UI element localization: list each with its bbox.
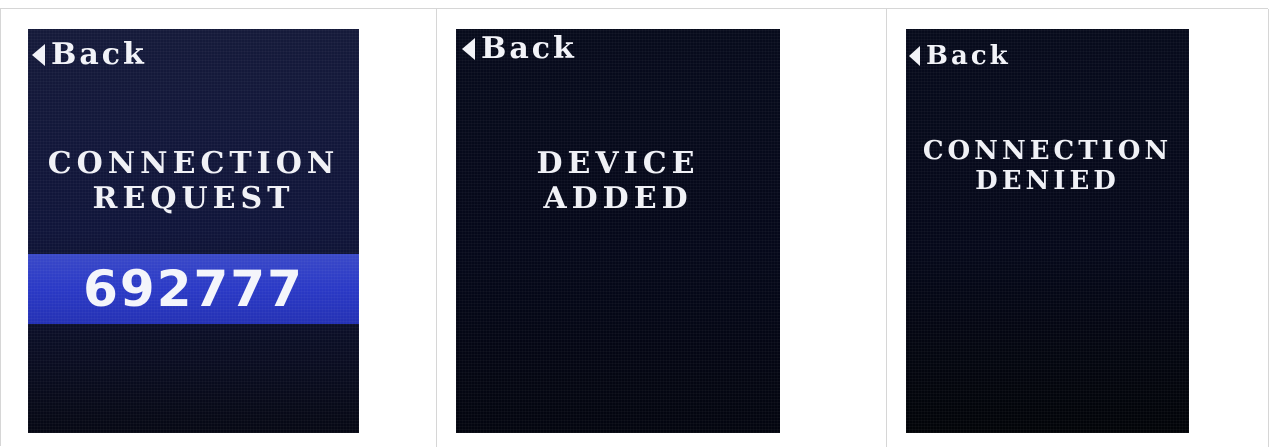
screen-title-line-2: DENIED [975, 165, 1120, 196]
screen-title-line-1: CONNECTION [47, 146, 340, 181]
screen-title-line-1: DEVICE [536, 146, 700, 181]
device-screen-device-added: Back DEVICE ADDED [456, 29, 780, 433]
table-cell-connection-request: Back CONNECTION REQUEST 692777 [1, 9, 437, 447]
back-triangle-icon [32, 43, 45, 66]
pairing-code: 692777 [83, 260, 304, 318]
back-button[interactable]: Back [909, 41, 1011, 71]
screen-title-line-1: CONNECTION [922, 136, 1173, 166]
back-button[interactable]: Back [32, 37, 147, 72]
screen-title-line-2: REQUEST [92, 180, 295, 216]
pairing-code-band: 692777 [28, 254, 359, 324]
screenshot-table: Back CONNECTION REQUEST 692777 Back DEVI… [0, 8, 1269, 447]
screen-title: CONNECTION DENIED [906, 136, 1189, 197]
back-triangle-icon [909, 46, 920, 66]
table-cell-connection-denied: Back CONNECTION DENIED [887, 9, 1269, 447]
table-cell-device-added: Back DEVICE ADDED [437, 9, 887, 447]
back-label: Back [481, 31, 577, 66]
device-screen-connection-denied: Back CONNECTION DENIED [906, 29, 1189, 433]
screen-title: DEVICE ADDED [456, 146, 780, 216]
back-triangle-icon [462, 37, 475, 60]
back-label: Back [51, 37, 147, 72]
screen-title: CONNECTION REQUEST [28, 146, 359, 216]
back-button[interactable]: Back [462, 31, 577, 66]
screen-title-line-2: ADDED [543, 180, 693, 216]
back-label: Back [926, 41, 1011, 71]
device-screen-connection-request: Back CONNECTION REQUEST 692777 [28, 29, 359, 433]
